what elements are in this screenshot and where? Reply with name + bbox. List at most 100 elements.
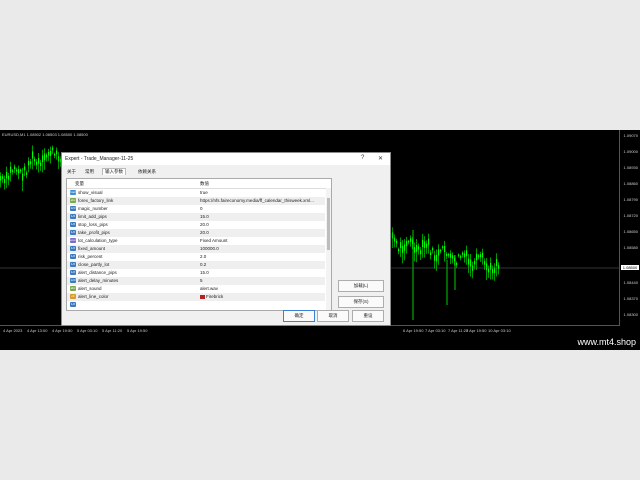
- tab-about[interactable]: 关于: [67, 169, 76, 175]
- variable-value[interactable]: 20.0: [200, 222, 324, 227]
- candle-body: [14, 166, 16, 170]
- variable-value[interactable]: 15.0: [200, 270, 324, 275]
- price-tick: 1.08370: [623, 296, 638, 301]
- tab-input-parameters[interactable]: 输入参数: [102, 168, 126, 175]
- variable-value[interactable]: 15.0: [200, 214, 324, 219]
- variable-value[interactable]: 20.0: [200, 230, 324, 235]
- variable-value[interactable]: Fixed Amount: [200, 238, 324, 243]
- type-enum-icon: enum: [70, 238, 78, 243]
- table-row[interactable]: clr alert_line_color Firebrick: [67, 293, 325, 301]
- table-header: 变量 数值: [67, 179, 331, 189]
- ok-button[interactable]: 确定: [283, 310, 315, 322]
- table-row[interactable]: abc forex_factory_link https://nfs.faireco…: [67, 197, 325, 205]
- column-header-variable[interactable]: 变量: [75, 181, 84, 187]
- candle-body: [496, 259, 498, 267]
- candle-body: [12, 170, 14, 173]
- reset-button[interactable]: 重设: [352, 310, 384, 322]
- table-row[interactable]: 1/2 limit_add_pips 15.0: [67, 213, 325, 221]
- help-icon[interactable]: ?: [361, 155, 364, 161]
- table-row[interactable]: abc alert_sound alert.wav: [67, 285, 325, 293]
- table-row[interactable]: 1/2: [67, 301, 325, 309]
- table-row[interactable]: 1/2 fixed_amount 100000.0: [67, 245, 325, 253]
- price-tick: 1.08720: [623, 213, 638, 218]
- candle-body: [394, 237, 396, 242]
- time-tick: 7 Apr 03:10: [425, 328, 446, 333]
- watermark-bar: www.mt4.shop: [0, 335, 640, 350]
- candle-body: [410, 238, 412, 242]
- time-tick: 4 Apr 13:00: [27, 328, 48, 333]
- variable-name: lot_calculation_type: [78, 238, 118, 243]
- candle-body: [20, 169, 22, 172]
- candle-body: [494, 267, 496, 273]
- candle-body: [418, 246, 420, 250]
- candle-body: [464, 253, 466, 258]
- time-tick: 5 Apr 19:50: [127, 328, 148, 333]
- candle-body: [8, 175, 10, 180]
- variable-value[interactable]: true: [200, 190, 324, 195]
- table-row[interactable]: 123 magic_number 0: [67, 205, 325, 213]
- candle-body: [490, 262, 492, 270]
- candle-body: [466, 250, 468, 257]
- table-row[interactable]: 123 alert_delay_minutes 5: [67, 277, 325, 285]
- inputs-table: 变量 数值 bool show_visual true abc forex_factor…: [66, 178, 332, 311]
- time-tick: 6 Apr 19:50: [403, 328, 424, 333]
- candle-body: [406, 241, 408, 247]
- column-header-value[interactable]: 数值: [200, 181, 209, 187]
- price-tick: 1.08650: [623, 229, 638, 234]
- variable-value[interactable]: https://nfs.faireconomy.media/ff_calenda…: [200, 198, 324, 203]
- price-axis: 1.09070 1.09000 1.08930 1.08860 1.08790 …: [619, 130, 640, 326]
- tab-common[interactable]: 常用: [85, 169, 94, 175]
- cancel-button[interactable]: 取消: [317, 310, 349, 322]
- save-button[interactable]: 保存(S): [338, 296, 384, 308]
- variable-value[interactable]: Firebrick: [200, 294, 324, 299]
- candle-body: [424, 241, 426, 248]
- candle-body: [462, 252, 464, 255]
- price-tick: 1.09070: [623, 133, 638, 138]
- variable-name: fixed_amount: [78, 246, 106, 251]
- candle-body: [26, 172, 28, 175]
- candle-body: [436, 254, 438, 262]
- type-double-icon: 1/2: [70, 302, 76, 307]
- table-row[interactable]: enum lot_calculation_type Fixed Amount: [67, 237, 325, 245]
- variable-name: take_profit_pips: [78, 230, 110, 235]
- variable-name: magic_number: [78, 206, 108, 211]
- price-tick: 1.09000: [623, 149, 638, 154]
- table-row[interactable]: bool show_visual true: [67, 189, 325, 197]
- dialog-titlebar[interactable]: Expert - Trade_Manager-11-25 ? ✕: [62, 153, 390, 165]
- variable-value[interactable]: 2.0: [200, 254, 324, 259]
- type-double-icon: 1/2: [70, 214, 76, 219]
- variable-value[interactable]: 5: [200, 278, 324, 283]
- load-button[interactable]: 加载(L): [338, 280, 384, 292]
- table-row[interactable]: 1/2 close_partly_lot 0.2: [67, 261, 325, 269]
- variable-value[interactable]: 0.2: [200, 262, 324, 267]
- candle-body: [400, 242, 402, 249]
- type-double-icon: 1/2: [70, 222, 76, 227]
- candle-body: [434, 255, 436, 261]
- variable-name: alert_sound: [78, 286, 102, 291]
- close-icon[interactable]: ✕: [378, 155, 383, 162]
- table-row[interactable]: 1/2 alert_distance_pips 15.0: [67, 269, 325, 277]
- candle-body: [34, 158, 36, 162]
- candle-body: [4, 179, 6, 184]
- variable-value[interactable]: alert.wav: [200, 286, 324, 291]
- type-color-icon: clr: [70, 294, 76, 299]
- candle-body: [474, 261, 476, 265]
- candle-body: [50, 150, 52, 156]
- time-tick: 4 Apr 19:50: [52, 328, 73, 333]
- candle-body: [392, 232, 394, 239]
- tab-dependencies[interactable]: 依赖关系: [138, 169, 156, 175]
- candle-body: [452, 255, 454, 259]
- table-row[interactable]: 1/2 risk_percent 2.0: [67, 253, 325, 261]
- table-row[interactable]: 1/2 take_profit_pips 20.0: [67, 229, 325, 237]
- expert-properties-dialog: Expert - Trade_Manager-11-25 ? ✕ 关于 常用 输…: [61, 152, 391, 326]
- variable-value[interactable]: 100000.0: [200, 246, 324, 251]
- type-string-icon: abc: [70, 198, 76, 203]
- candle-body: [440, 249, 442, 252]
- variable-value[interactable]: 0: [200, 206, 324, 211]
- table-row[interactable]: 1/2 stop_loss_pips 20.0: [67, 221, 325, 229]
- scrollbar-thumb[interactable]: [327, 198, 330, 250]
- type-double-icon: 1/2: [70, 254, 76, 259]
- candle-body: [58, 156, 60, 162]
- table-scrollbar[interactable]: [326, 188, 331, 310]
- candle-body: [10, 166, 12, 173]
